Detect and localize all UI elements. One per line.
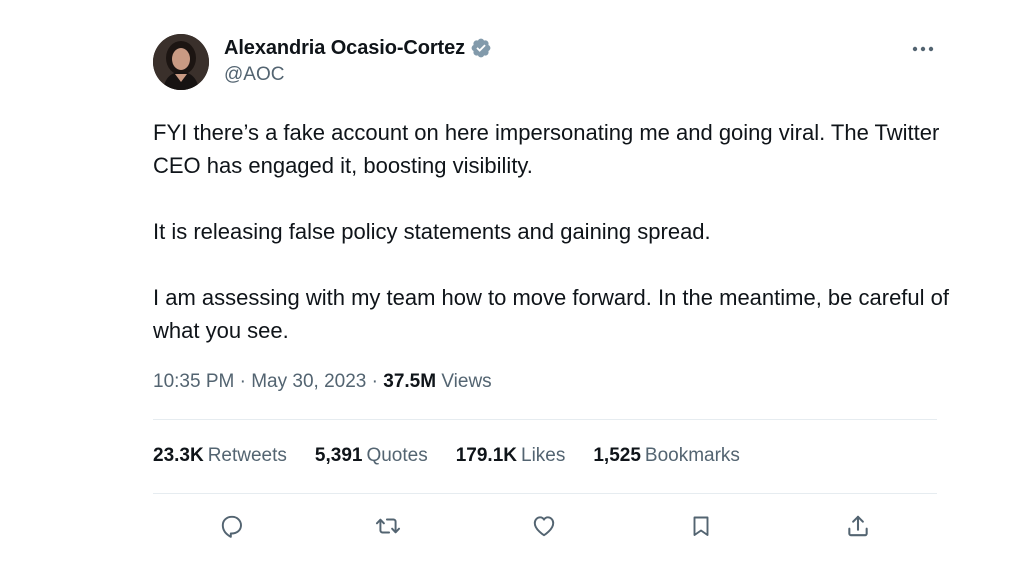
verified-badge-icon[interactable] [470, 37, 492, 59]
tweet-paragraph: It is releasing false policy statements … [153, 219, 711, 244]
retweets-count: 23.3K [153, 445, 204, 466]
tweet-paragraph: FYI there’s a fake account on here imper… [153, 120, 940, 178]
action-bar [153, 508, 937, 544]
meta-separator: · [239, 371, 252, 392]
author-display-name[interactable]: Alexandria Ocasio-Cortez [224, 37, 465, 60]
reply-icon[interactable] [214, 508, 250, 544]
bookmark-icon[interactable] [683, 508, 719, 544]
heart-icon[interactable] [526, 508, 562, 544]
more-dots-icon[interactable] [908, 37, 938, 61]
tweet-page: Alexandria Ocasio-Cortez @AOC FYI there’… [0, 0, 1024, 576]
quotes-stat[interactable]: 5,391 Quotes [315, 445, 428, 467]
quotes-label: Quotes [366, 445, 428, 466]
views-count: 37.5M [383, 371, 437, 392]
likes-stat[interactable]: 179.1K Likes [456, 445, 566, 467]
avatar-image [153, 34, 209, 90]
likes-count: 179.1K [455, 445, 517, 466]
author-name-row: Alexandria Ocasio-Cortez [224, 36, 492, 60]
views-label: Views [441, 371, 492, 392]
divider [153, 419, 937, 420]
bookmarks-count: 1,525 [593, 445, 641, 466]
avatar[interactable] [153, 34, 209, 90]
tweet-paragraph: I am assessing with my team how to move … [153, 285, 950, 343]
retweet-icon[interactable] [370, 508, 406, 544]
engagement-stats: 23.3K Retweets 5,391 Quotes 179.1K Likes 1,… [153, 445, 768, 467]
meta-separator: · [371, 371, 384, 392]
bookmarks-label: Bookmarks [644, 445, 740, 466]
divider [153, 493, 937, 494]
likes-label: Likes [521, 445, 566, 466]
author-handle[interactable]: @AOC [224, 64, 284, 86]
tweet-time[interactable]: 10:35 PM [153, 371, 234, 392]
retweets-label: Retweets [207, 445, 287, 466]
share-icon[interactable] [840, 508, 876, 544]
tweet-date[interactable]: May 30, 2023 [251, 371, 366, 392]
retweets-stat[interactable]: 23.3K Retweets [153, 445, 287, 467]
tweet-text: FYI there’s a fake account on here imper… [153, 116, 953, 347]
quotes-count: 5,391 [314, 445, 363, 466]
tweet-meta: 10:35 PM · May 30, 2023 · 37.5M Views [153, 371, 492, 393]
bookmarks-stat[interactable]: 1,525 Bookmarks [593, 445, 740, 467]
